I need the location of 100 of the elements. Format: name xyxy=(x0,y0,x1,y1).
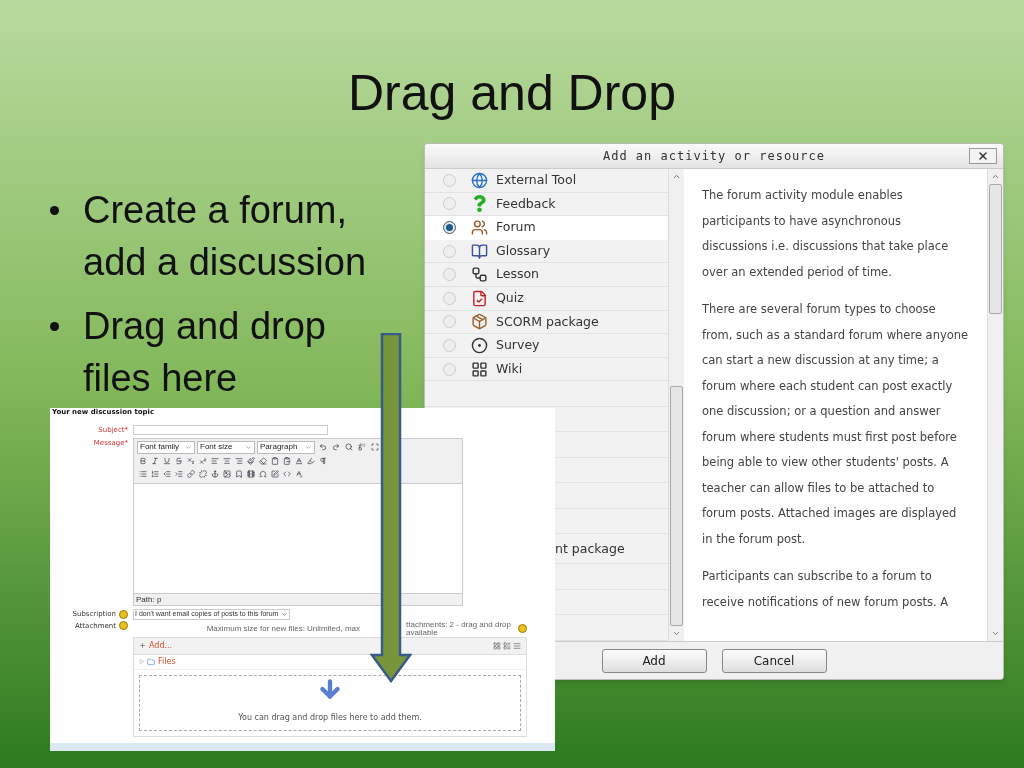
toolbar-button[interactable] xyxy=(173,455,184,467)
toolbar-button[interactable] xyxy=(185,468,196,480)
dialog-title: Add an activity or resource xyxy=(602,148,826,165)
folder-link[interactable]: Files xyxy=(158,655,176,668)
option-label: Glossary xyxy=(496,241,551,260)
option-label: Lesson xyxy=(496,265,540,284)
book-icon xyxy=(471,242,488,260)
checked-document-icon xyxy=(471,289,488,307)
toolbar-button[interactable] xyxy=(245,455,256,467)
dialog-button[interactable]: Add xyxy=(601,648,707,673)
option-label: Forum xyxy=(496,218,536,237)
bullet-text: Drag and drop files here xyxy=(83,304,327,401)
list-view-icon[interactable] xyxy=(503,641,511,650)
option-row[interactable]: Lesson xyxy=(425,263,668,288)
subject-field[interactable] xyxy=(133,425,328,436)
help-icon[interactable] xyxy=(518,624,527,633)
question-mark-icon xyxy=(471,195,488,213)
dropdown[interactable]: Paragraph xyxy=(257,440,315,454)
tree-view-icon[interactable] xyxy=(513,641,521,650)
toolbar-button[interactable] xyxy=(317,441,328,453)
toolbar-button[interactable] xyxy=(257,455,268,467)
toolbar-button[interactable] xyxy=(149,468,160,480)
option-label: Survey xyxy=(496,336,540,355)
toolbar-button[interactable] xyxy=(185,455,196,467)
scrollbar-thumb[interactable] xyxy=(989,184,1002,314)
option-label: Quiz xyxy=(496,288,524,307)
toolbar-button[interactable] xyxy=(221,468,232,480)
slide-title: Drag and Drop xyxy=(348,64,676,123)
people-icon xyxy=(471,219,488,236)
option-row[interactable]: Quiz xyxy=(425,287,668,311)
toolbar-button[interactable] xyxy=(197,468,208,480)
toolbar-button[interactable] xyxy=(173,468,184,480)
option-label: SCORM package xyxy=(496,312,599,331)
add-file-link[interactable]: Add... xyxy=(139,639,173,652)
box-icon xyxy=(471,313,488,331)
toolbar-button[interactable] xyxy=(269,455,280,467)
bullet-icon xyxy=(50,322,59,331)
option-row[interactable]: Wiki xyxy=(425,357,668,382)
option-row[interactable]: Survey xyxy=(425,334,668,358)
toolbar-button[interactable] xyxy=(161,455,172,467)
folder-icon xyxy=(147,657,155,666)
upload-limits: Maximum size for new files: Unlimited, max xyxy=(206,624,360,633)
drop-hint: You can drag and drop files here to add them. xyxy=(238,711,422,724)
toolbar-button[interactable] xyxy=(161,468,172,480)
toolbar-button[interactable] xyxy=(137,468,148,480)
chevron-down-icon xyxy=(281,610,289,618)
close-button[interactable] xyxy=(969,148,997,164)
toolbar-button[interactable] xyxy=(221,455,232,467)
scrollbar-thumb[interactable] xyxy=(670,386,683,626)
scroll-up-icon[interactable] xyxy=(672,172,681,181)
toolbar-button[interactable] xyxy=(197,455,208,467)
description-paragraph: Participants can subscribe to a forum to receive notifications of new forum posts. A xyxy=(702,568,950,611)
toolbar-button[interactable] xyxy=(269,468,280,480)
toolbar-button[interactable] xyxy=(257,468,268,480)
toolbar-button[interactable] xyxy=(317,455,328,467)
option-row[interactable]: External Tool xyxy=(425,169,668,193)
radio-button[interactable] xyxy=(443,221,456,234)
globe-icon xyxy=(471,171,488,189)
toolbar-button[interactable] xyxy=(330,441,341,453)
option-label: Feedback xyxy=(496,194,556,213)
toolbar-button[interactable] xyxy=(293,468,304,480)
option-row[interactable]: SCORM package xyxy=(425,310,668,335)
flowchart-icon xyxy=(471,266,488,284)
close-icon xyxy=(977,150,989,162)
dropdown[interactable]: Font size xyxy=(197,440,255,454)
toolbar-button[interactable] xyxy=(209,455,220,467)
toolbar-button[interactable] xyxy=(356,441,367,453)
dialog-button[interactable]: Cancel xyxy=(721,648,827,673)
chevron-down-icon xyxy=(305,443,312,451)
toolbar-button[interactable] xyxy=(281,455,292,467)
toolbar-button[interactable] xyxy=(369,441,380,453)
scroll-down-icon[interactable] xyxy=(672,629,681,638)
scroll-down-icon[interactable] xyxy=(991,629,1000,638)
icon-view-icon[interactable] xyxy=(493,641,501,650)
option-row[interactable]: Glossary xyxy=(425,239,668,264)
toolbar-button[interactable] xyxy=(293,455,304,467)
toolbar-button[interactable] xyxy=(343,441,354,453)
toolbar-button[interactable] xyxy=(245,468,256,480)
editor-path: Path: p xyxy=(136,594,162,604)
grid-icon xyxy=(471,360,488,378)
toolbar-button[interactable] xyxy=(233,455,244,467)
toolbar-button[interactable] xyxy=(209,468,220,480)
option-label: Wiki xyxy=(496,359,523,378)
upload-limits: ttachments: 2 - drag and drop available xyxy=(406,620,512,637)
toolbar-button[interactable] xyxy=(305,455,316,467)
option-label: nt package xyxy=(555,539,625,558)
bullet-icon xyxy=(50,206,59,215)
option-label: External Tool xyxy=(496,170,577,189)
chevron-down-icon xyxy=(245,443,252,451)
scrollbar[interactable] xyxy=(987,169,1003,641)
dropdown[interactable]: Font family xyxy=(137,440,195,454)
scrollbar[interactable] xyxy=(668,169,684,641)
toolbar-button[interactable] xyxy=(149,455,160,467)
scroll-up-icon[interactable] xyxy=(991,172,1000,181)
description-paragraph: There are several forum types to choose from, such as a standard forum where anyone can start a new discussion at any time; a forum where each student can post exactly one discussion; or a question and answer forum where students must first post before being able to view other students' posts. A teacher can allow files to be attached to forum posts. Attached images are displayed in the forum post. xyxy=(702,301,969,548)
toolbar-button[interactable] xyxy=(233,468,244,480)
bullet-text: Create a forum, add a discussion xyxy=(83,188,368,285)
toolbar-button[interactable] xyxy=(137,455,148,467)
option-row[interactable]: Forum xyxy=(425,216,668,240)
plus-icon xyxy=(139,642,146,649)
